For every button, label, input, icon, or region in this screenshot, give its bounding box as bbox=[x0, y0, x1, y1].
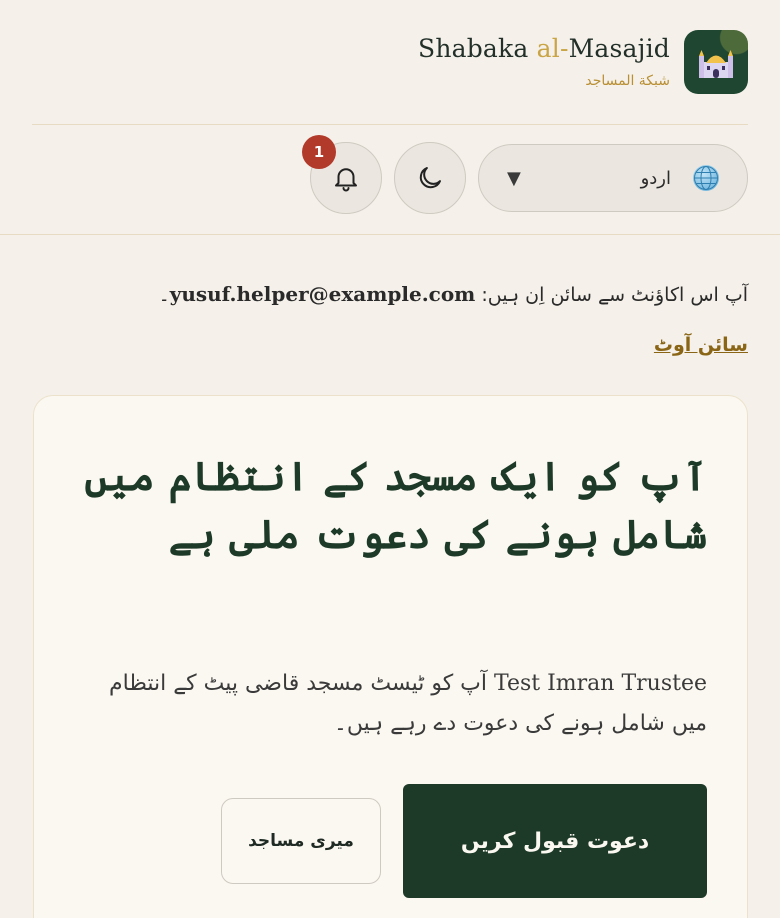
language-selected: اردو bbox=[641, 165, 719, 191]
header-controls: 1 ▼ اردو bbox=[302, 135, 748, 214]
signed-in-period: ۔ bbox=[158, 284, 170, 306]
header-divider bbox=[32, 124, 748, 125]
notifications-button[interactable]: 1 bbox=[302, 135, 382, 214]
invitation-title: آپ کو ایک مسجد کے انتظام میں شامل ہونے ک… bbox=[84, 453, 707, 558]
notification-count-badge: 1 bbox=[302, 135, 336, 169]
brand[interactable]: Shabaka al-Masajid شبكة المساجد bbox=[418, 30, 748, 94]
theme-toggle-button[interactable] bbox=[394, 142, 466, 214]
globe-icon bbox=[693, 165, 719, 191]
language-label: اردو bbox=[640, 167, 671, 189]
moon-icon bbox=[419, 167, 441, 189]
brand-name-prefix: Shabaka bbox=[418, 34, 537, 64]
language-select[interactable]: ▼ اردو bbox=[478, 144, 748, 212]
invitation-body: Test Imran Trustee آپ کو ٹیسٹ مسجد قاضی … bbox=[67, 664, 707, 744]
my-mosques-button[interactable]: میری مساجد bbox=[221, 798, 381, 884]
brand-name-accent: al- bbox=[536, 34, 569, 64]
controls-divider bbox=[0, 234, 780, 235]
mosque-icon bbox=[684, 30, 748, 94]
inviter-name: Test Imran Trustee bbox=[494, 671, 707, 696]
sign-out-link[interactable]: سائن آوٹ bbox=[654, 334, 748, 356]
account-email: yusuf.helper@example.com bbox=[169, 282, 476, 306]
invitation-card: آپ کو ایک مسجد کے انتظام میں شامل ہونے ک… bbox=[33, 395, 748, 918]
signed-in-text: آپ اس اکاؤنٹ سے سائن اِن ہیں: bbox=[481, 284, 748, 306]
brand-name-suffix: Masajid bbox=[568, 34, 670, 64]
accept-invitation-button[interactable]: دعوت قبول کریں bbox=[403, 784, 707, 898]
brand-text: Shabaka al-Masajid شبكة المساجد bbox=[418, 35, 670, 89]
brand-name: Shabaka al-Masajid bbox=[418, 35, 670, 63]
brand-subtitle: شبكة المساجد bbox=[585, 72, 670, 89]
bell-icon bbox=[335, 168, 357, 192]
signed-in-status: آپ اس اکاؤنٹ سے سائن اِن ہیں: yusuf.help… bbox=[32, 282, 748, 306]
chevron-down-icon: ▼ bbox=[507, 167, 521, 189]
